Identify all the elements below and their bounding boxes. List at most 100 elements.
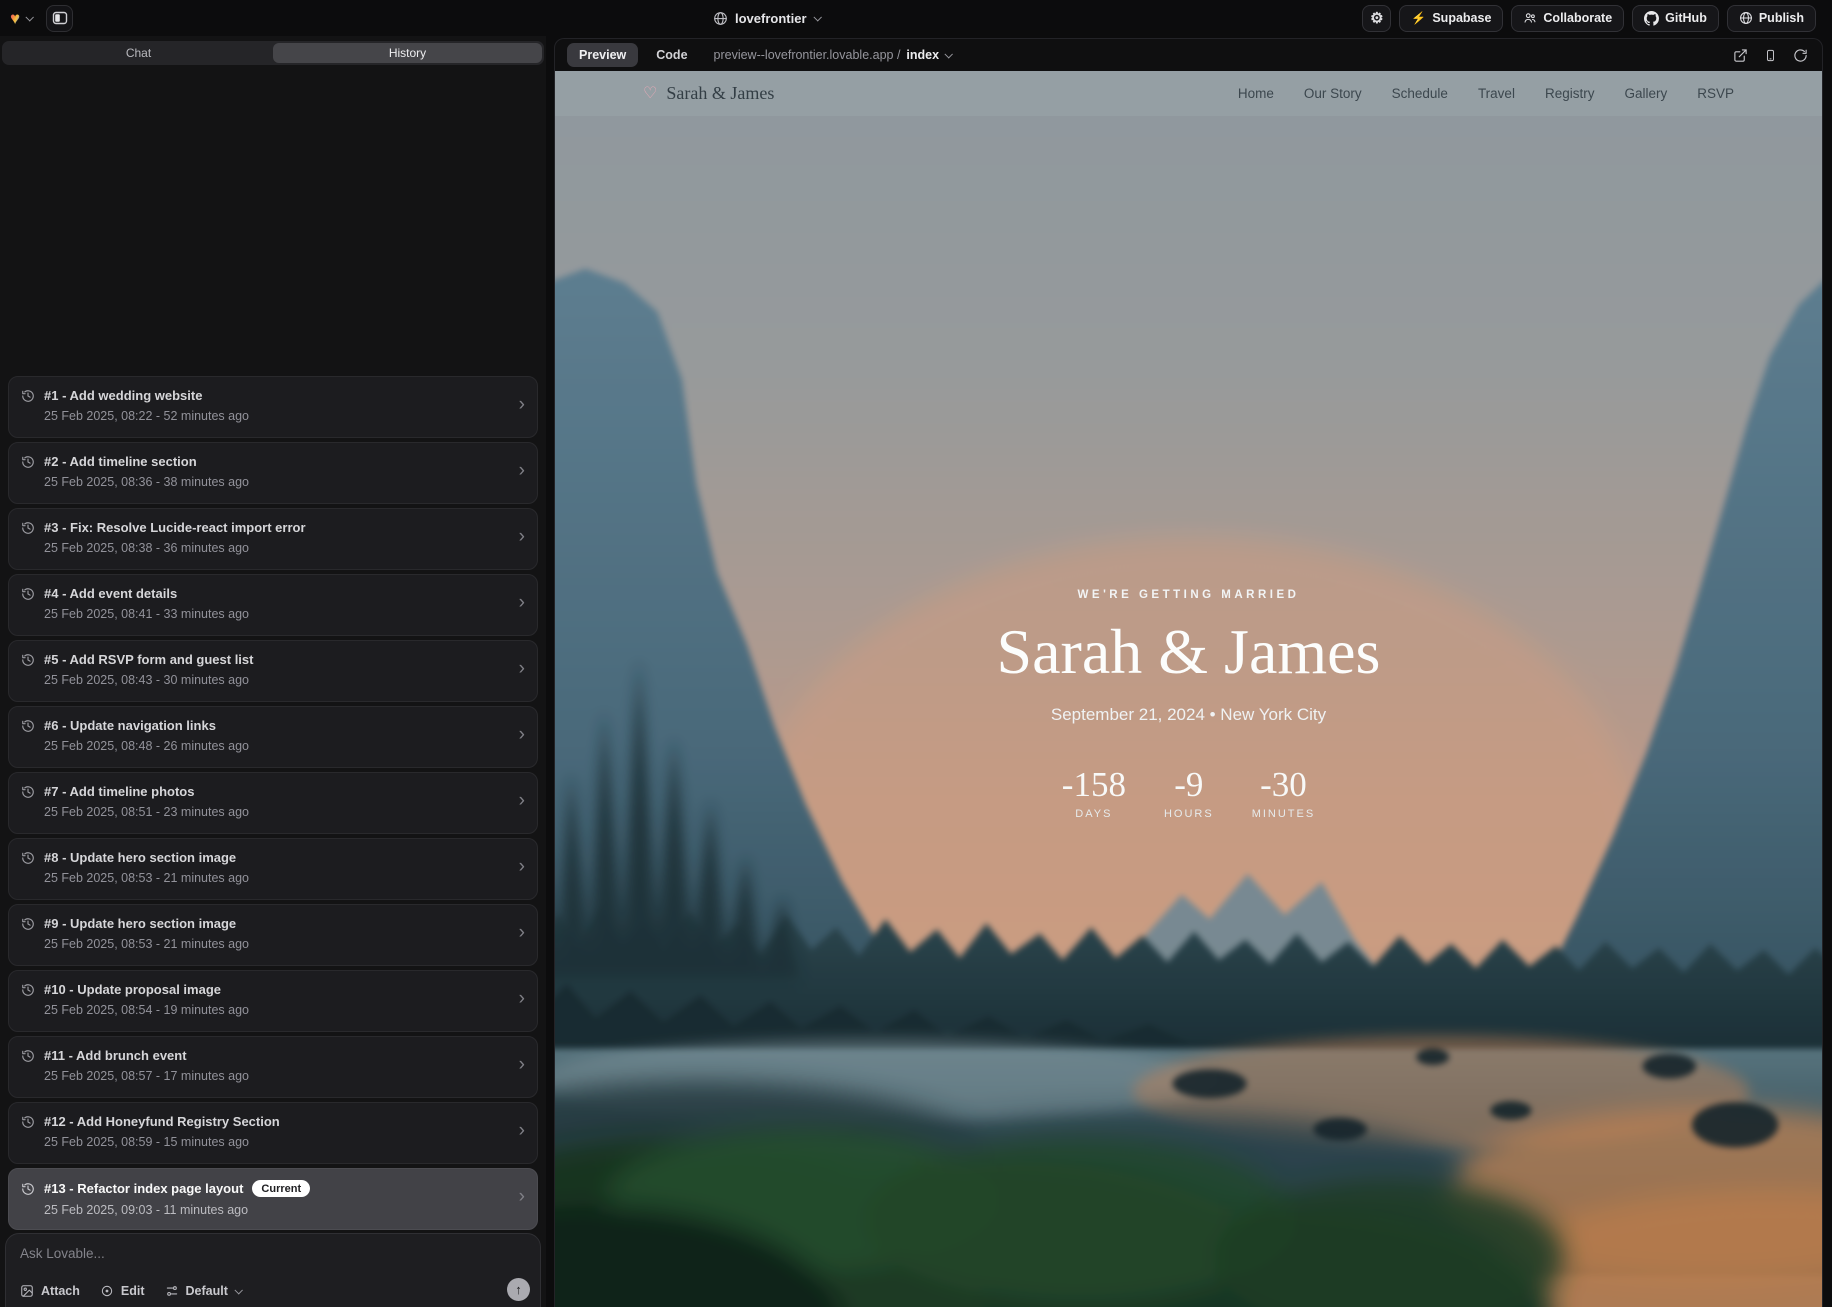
history-item-title: #9 - Update hero section image <box>44 916 236 931</box>
supabase-label: Supabase <box>1432 11 1491 25</box>
countdown-days-label: DAYS <box>1062 808 1126 820</box>
chevron-right-icon: › <box>519 791 525 810</box>
hero-title: Sarah & James <box>997 615 1381 689</box>
attach-button[interactable]: Attach <box>20 1284 80 1298</box>
history-item-current[interactable]: #13 - Refactor index page layout Current… <box>8 1168 538 1230</box>
github-icon <box>1644 11 1659 26</box>
history-item-title: #7 - Add timeline photos <box>44 784 194 799</box>
history-item-time: 25 Feb 2025, 08:53 - 21 minutes ago <box>44 871 523 885</box>
history-icon <box>21 983 35 997</box>
countdown: -158 DAYS -9 HOURS -30 MINUTES <box>997 765 1381 820</box>
history-item[interactable]: #6 - Update navigation links 25 Feb 2025… <box>8 706 538 768</box>
tab-code[interactable]: Code <box>656 48 687 62</box>
chevron-right-icon: › <box>519 989 525 1008</box>
history-item[interactable]: #7 - Add timeline photos 25 Feb 2025, 08… <box>8 772 538 834</box>
history-item[interactable]: #12 - Add Honeyfund Registry Section 25 … <box>8 1102 538 1164</box>
history-item-title: #3 - Fix: Resolve Lucide-react import er… <box>44 520 306 535</box>
history-item-title: #13 - Refactor index page layout <box>44 1181 243 1196</box>
nav-link-home[interactable]: Home <box>1238 86 1274 101</box>
chevron-right-icon: › <box>519 659 525 678</box>
history-item[interactable]: #1 - Add wedding website 25 Feb 2025, 08… <box>8 376 538 438</box>
countdown-minutes-label: MINUTES <box>1252 808 1316 820</box>
chevron-right-icon: › <box>519 461 525 480</box>
open-in-new-tab-icon[interactable] <box>1733 48 1748 63</box>
countdown-hours-label: HOURS <box>1164 808 1214 820</box>
history-item-time: 25 Feb 2025, 08:54 - 19 minutes ago <box>44 1003 523 1017</box>
history-item[interactable]: #5 - Add RSVP form and guest list 25 Feb… <box>8 640 538 702</box>
send-button[interactable]: ↑ <box>507 1278 530 1301</box>
history-item-title: #11 - Add brunch event <box>44 1048 187 1063</box>
history-item-title: #5 - Add RSVP form and guest list <box>44 652 253 667</box>
preview-panel: Preview Code preview--lovefrontier.lovab… <box>554 38 1823 1307</box>
history-item[interactable]: #8 - Update hero section image 25 Feb 20… <box>8 838 538 900</box>
collaborate-button[interactable]: Collaborate <box>1511 5 1624 32</box>
history-icon <box>21 719 35 733</box>
logo-chevron-down-icon[interactable] <box>26 13 34 21</box>
site-brand[interactable]: ♡ Sarah & James <box>643 83 774 104</box>
tab-chat[interactable]: Chat <box>4 43 273 63</box>
site-brand-name: Sarah & James <box>666 83 774 104</box>
history-item[interactable]: #4 - Add event details 25 Feb 2025, 08:4… <box>8 574 538 636</box>
nav-link-travel[interactable]: Travel <box>1478 86 1515 101</box>
tab-preview[interactable]: Preview <box>567 43 638 67</box>
history-item-time: 25 Feb 2025, 08:53 - 21 minutes ago <box>44 937 523 951</box>
history-item[interactable]: #9 - Update hero section image 25 Feb 20… <box>8 904 538 966</box>
history-item-time: 25 Feb 2025, 08:41 - 33 minutes ago <box>44 607 523 621</box>
chevron-right-icon: › <box>519 923 525 942</box>
history-item[interactable]: #3 - Fix: Resolve Lucide-react import er… <box>8 508 538 570</box>
supabase-button[interactable]: ⚡ Supabase <box>1399 5 1503 32</box>
preview-toolbar: Preview Code preview--lovefrontier.lovab… <box>555 39 1822 71</box>
mobile-view-icon[interactable] <box>1764 48 1777 63</box>
nav-link-rsvp[interactable]: RSVP <box>1697 86 1734 101</box>
publish-label: Publish <box>1759 11 1804 25</box>
arrow-up-icon: ↑ <box>515 1282 522 1297</box>
preview-url-page: index <box>906 48 939 62</box>
history-icon <box>21 389 35 403</box>
nav-link-our-story[interactable]: Our Story <box>1304 86 1362 101</box>
history-icon <box>21 851 35 865</box>
github-label: GitHub <box>1665 11 1707 25</box>
edit-button[interactable]: Edit <box>100 1284 145 1298</box>
tab-history[interactable]: History <box>273 43 542 63</box>
supabase-bolt-icon: ⚡ <box>1411 12 1426 24</box>
history-item-time: 25 Feb 2025, 08:51 - 23 minutes ago <box>44 805 523 819</box>
history-item[interactable]: #2 - Add timeline section 25 Feb 2025, 0… <box>8 442 538 504</box>
history-item-time: 25 Feb 2025, 08:48 - 26 minutes ago <box>44 739 523 753</box>
history-item[interactable]: #10 - Update proposal image 25 Feb 2025,… <box>8 970 538 1032</box>
preview-url[interactable]: preview--lovefrontier.lovable.app / inde… <box>714 48 952 62</box>
history-item-title: #6 - Update navigation links <box>44 718 216 733</box>
heart-outline-icon: ♡ <box>643 86 657 102</box>
history-icon <box>21 521 35 535</box>
project-switcher[interactable]: lovefrontier <box>713 0 820 36</box>
refresh-icon[interactable] <box>1793 48 1808 63</box>
publish-button[interactable]: Publish <box>1727 5 1816 32</box>
history-item[interactable]: #11 - Add brunch event 25 Feb 2025, 08:5… <box>8 1036 538 1098</box>
ask-lovable-input[interactable] <box>20 1246 526 1272</box>
settings-button[interactable]: ⚙ <box>1362 5 1391 32</box>
history-item-title: #2 - Add timeline section <box>44 454 197 469</box>
nav-link-gallery[interactable]: Gallery <box>1624 86 1667 101</box>
globe-icon <box>713 11 728 26</box>
history-item-time: 25 Feb 2025, 08:57 - 17 minutes ago <box>44 1069 523 1083</box>
history-icon <box>21 587 35 601</box>
current-version-badge: Current <box>252 1180 310 1197</box>
mode-select[interactable]: Default <box>165 1284 241 1298</box>
sidebar: Chat History #1 - Add wedding website 25… <box>0 36 546 1307</box>
site-preview: ♡ Sarah & James Home Our Story Schedule … <box>555 71 1822 1307</box>
project-chevron-down-icon <box>813 13 821 21</box>
chevron-right-icon: › <box>519 1055 525 1074</box>
image-icon <box>20 1284 34 1298</box>
nav-link-registry[interactable]: Registry <box>1545 86 1595 101</box>
select-target-icon <box>100 1284 114 1298</box>
history-item-time: 25 Feb 2025, 08:22 - 52 minutes ago <box>44 409 523 423</box>
history-icon <box>21 1049 35 1063</box>
nav-link-schedule[interactable]: Schedule <box>1392 86 1448 101</box>
publish-globe-icon <box>1739 11 1753 25</box>
github-button[interactable]: GitHub <box>1632 5 1719 32</box>
lovable-logo-heart-icon[interactable]: ♥ <box>10 10 20 27</box>
history-item-title: #8 - Update hero section image <box>44 850 236 865</box>
toggle-sidebar-button[interactable] <box>46 5 73 32</box>
panel-left-icon <box>52 10 68 26</box>
chevron-right-icon: › <box>519 1187 525 1206</box>
history-item-time: 25 Feb 2025, 08:43 - 30 minutes ago <box>44 673 523 687</box>
